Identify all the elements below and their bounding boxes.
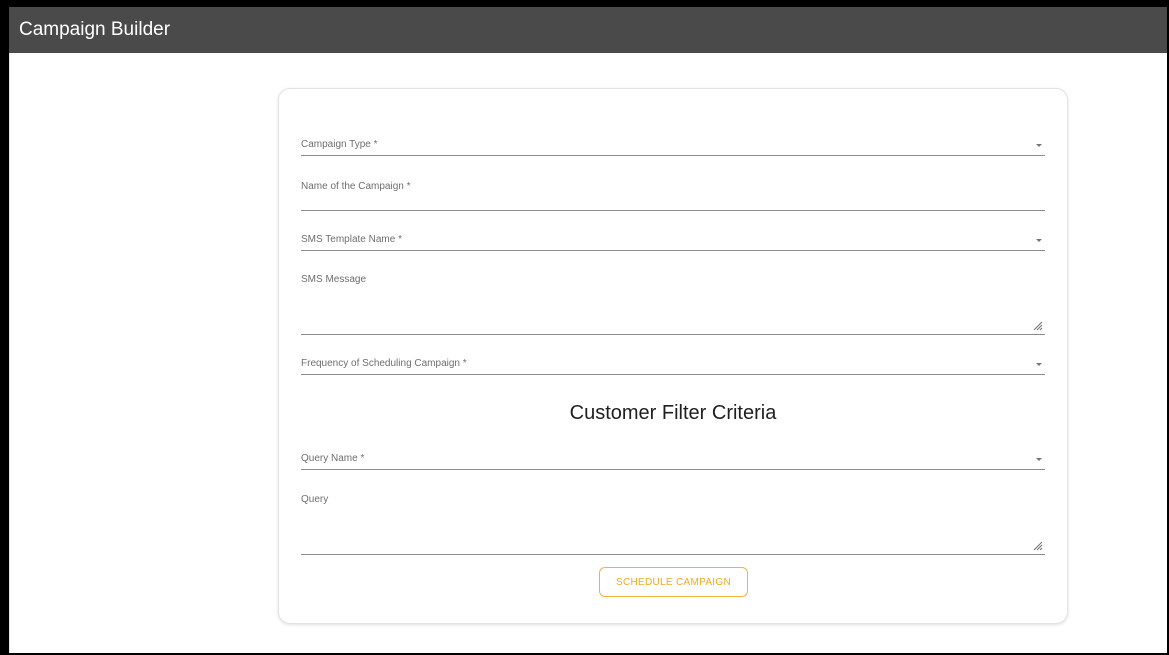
caret-down-icon	[1036, 458, 1042, 461]
campaign-type-label: Campaign Type *	[301, 139, 378, 150]
caret-down-icon	[1036, 239, 1042, 242]
query-label: Query	[301, 494, 329, 505]
app-window: Campaign Builder Campaign Type * Name of…	[0, 0, 1169, 655]
query-textarea[interactable]: Query	[301, 489, 1045, 555]
campaign-type-select[interactable]: Campaign Type *	[301, 134, 1045, 156]
sms-template-label: SMS Template Name *	[301, 234, 402, 245]
resize-handle-icon[interactable]	[1033, 541, 1043, 551]
sms-template-select[interactable]: SMS Template Name *	[301, 229, 1045, 251]
resize-handle-icon[interactable]	[1033, 321, 1043, 331]
sms-message-textarea[interactable]: SMS Message	[301, 269, 1045, 335]
customer-filter-heading: Customer Filter Criteria	[569, 402, 777, 424]
campaign-name-input[interactable]: Name of the Campaign *	[301, 176, 1045, 211]
sms-message-label: SMS Message	[301, 274, 367, 285]
schedule-campaign-button[interactable]: SCHEDULE CAMPAIGN	[599, 567, 748, 597]
frequency-label: Frequency of Scheduling Campaign *	[301, 358, 467, 369]
page-content: Campaign Type * Name of the Campaign * S…	[9, 53, 1167, 653]
campaign-form-card: Campaign Type * Name of the Campaign * S…	[278, 88, 1068, 624]
campaign-name-label: Name of the Campaign *	[301, 181, 411, 192]
frequency-select[interactable]: Frequency of Scheduling Campaign *	[301, 353, 1045, 375]
app-title: Campaign Builder	[9, 7, 1167, 53]
query-name-label: Query Name *	[301, 453, 365, 464]
caret-down-icon	[1036, 363, 1042, 366]
caret-down-icon	[1036, 144, 1042, 147]
query-name-select[interactable]: Query Name *	[301, 448, 1045, 470]
